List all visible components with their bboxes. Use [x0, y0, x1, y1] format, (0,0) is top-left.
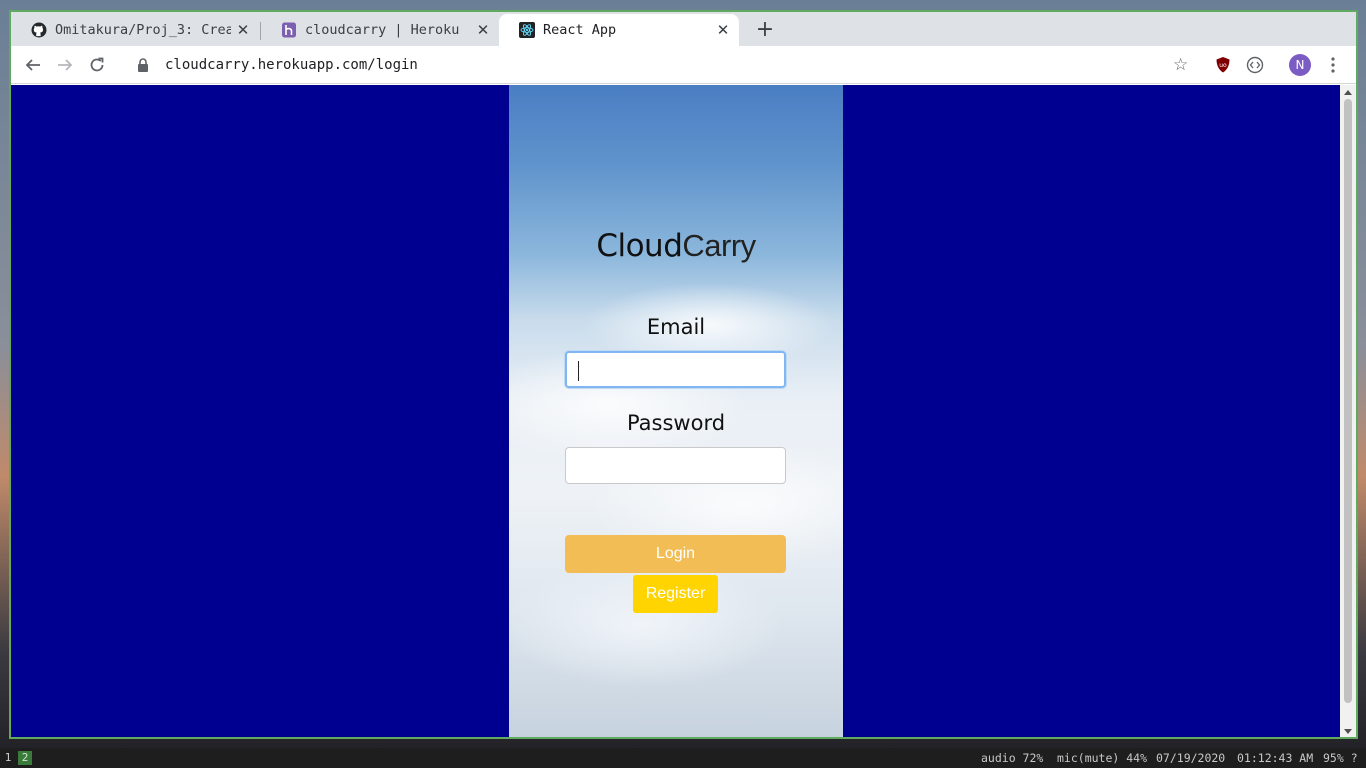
cloudcarry-logo: CloudCarry [509, 228, 843, 264]
profile-avatar[interactable]: N [1289, 54, 1311, 76]
back-arrow-icon [25, 59, 40, 71]
back-button[interactable] [21, 53, 45, 77]
password-input[interactable] [565, 447, 786, 484]
ublock-icon: uo [1216, 57, 1230, 73]
tab-strip: Omitakura/Proj_3: Crea ✕ cloudcarry | He… [11, 12, 1356, 46]
scrollbar-thumb[interactable] [1344, 99, 1352, 703]
reload-button[interactable] [85, 53, 109, 77]
mic-status: mic(mute) 44% [1057, 751, 1148, 765]
tab-heroku[interactable]: cloudcarry | Heroku ✕ [261, 14, 499, 46]
audio-status: audio 72% [981, 751, 1044, 765]
page-scrollbar[interactable] [1340, 85, 1356, 737]
tab-title: Omitakura/Proj_3: Crea [55, 22, 231, 38]
react-icon [519, 22, 535, 38]
email-input[interactable] [565, 351, 786, 388]
page-viewport: CloudCarry Email Password Login Register [11, 85, 1340, 737]
scroll-up-icon[interactable] [1344, 90, 1352, 95]
date-status: 07/19/2020 [1156, 751, 1226, 765]
kebab-menu-icon [1331, 57, 1335, 73]
tab-github[interactable]: Omitakura/Proj_3: Crea ✕ [11, 14, 259, 46]
system-status-bar: 1 2 audio 72% mic(mute) 44% 07/19/2020 0… [0, 748, 1366, 768]
logo-part-cloud: Cloud [596, 228, 683, 264]
forward-arrow-icon [58, 59, 73, 71]
tab-react-app[interactable]: React App ✕ [499, 14, 739, 46]
lock-icon [135, 58, 151, 72]
url-text: cloudcarry.herokuapp.com/login [165, 57, 418, 73]
register-button[interactable]: Register [633, 575, 718, 613]
github-icon [31, 22, 47, 38]
code-extension-icon [1246, 56, 1264, 74]
bookmark-star-icon[interactable]: ☆ [1173, 56, 1191, 74]
scroll-down-icon[interactable] [1344, 729, 1352, 734]
close-tab-icon[interactable]: ✕ [715, 22, 731, 38]
heroku-icon [281, 22, 297, 38]
close-tab-icon[interactable]: ✕ [475, 22, 491, 38]
menu-button[interactable] [1321, 53, 1345, 77]
forward-button[interactable] [53, 53, 77, 77]
reload-icon [90, 57, 104, 72]
time-status: 01:12:43 AM [1237, 751, 1314, 765]
extension-button[interactable] [1243, 53, 1267, 77]
ublock-extension-button[interactable]: uo [1211, 53, 1235, 77]
tab-title: React App [543, 22, 617, 38]
login-panel: CloudCarry Email Password Login Register [509, 85, 843, 737]
logo-part-carry: Carry [682, 228, 756, 263]
battery-status: 95% ? [1323, 751, 1358, 765]
browser-window: Omitakura/Proj_3: Crea ✕ cloudcarry | He… [9, 10, 1358, 739]
workspace-2[interactable]: 2 [18, 751, 32, 765]
email-label: Email [646, 315, 706, 339]
password-label: Password [626, 411, 726, 435]
tab-title: cloudcarry | Heroku [305, 22, 460, 38]
svg-text:uo: uo [1219, 62, 1227, 69]
address-bar[interactable]: cloudcarry.herokuapp.com/login ☆ [123, 50, 1201, 80]
text-caret [578, 361, 579, 381]
browser-toolbar: cloudcarry.herokuapp.com/login ☆ uo N [11, 46, 1356, 84]
close-tab-icon[interactable]: ✕ [235, 22, 251, 38]
workspace-1[interactable]: 1 [1, 751, 15, 765]
login-button[interactable]: Login [565, 535, 786, 573]
new-tab-button[interactable]: + [751, 17, 779, 45]
